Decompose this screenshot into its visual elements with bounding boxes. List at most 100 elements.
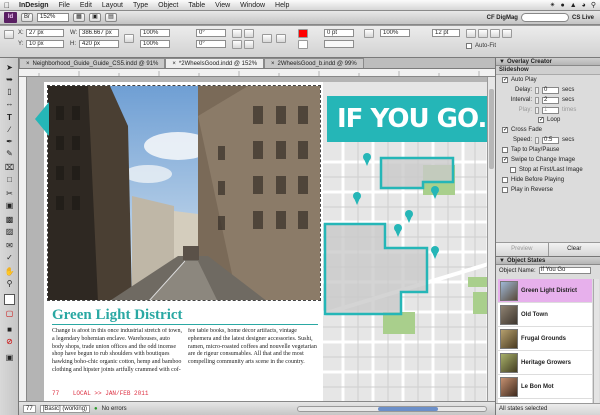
- fit-content-icon[interactable]: [466, 29, 476, 38]
- stroke-weight-field[interactable]: 0 pt: [324, 29, 354, 37]
- arrange-documents-button[interactable]: ▤: [105, 13, 117, 22]
- tab-2wheelsgood[interactable]: × *2WheelsGood.indd @ 152%: [165, 58, 265, 68]
- gap-tool-icon[interactable]: ↔: [4, 98, 15, 109]
- interval-stepper[interactable]: [535, 96, 539, 104]
- article-text-frame[interactable]: Change is afoot in this once industrial …: [52, 328, 318, 383]
- state-item[interactable]: Heritage Growers: [498, 351, 592, 375]
- tap-checkbox[interactable]: [502, 147, 508, 153]
- rotation-field[interactable]: 0°: [196, 29, 226, 37]
- scissors-tool-icon[interactable]: ✂: [4, 188, 15, 199]
- states-scrollbar[interactable]: [593, 279, 599, 403]
- horizontal-scrollbar[interactable]: [297, 405, 487, 412]
- vertical-ruler[interactable]: [19, 77, 27, 401]
- menu-object[interactable]: Object: [153, 2, 183, 9]
- tab-close-icon[interactable]: ×: [172, 59, 176, 68]
- flip-vertical-icon[interactable]: [244, 40, 254, 49]
- object-name-field[interactable]: If You Go: [538, 267, 591, 274]
- rotate-ccw-icon[interactable]: [244, 29, 254, 38]
- apply-color-icon[interactable]: ■: [4, 324, 15, 335]
- preflight-profile[interactable]: [Basic] (working): [39, 404, 91, 413]
- article-column-2[interactable]: fee table books, home décor artifacts, v…: [188, 328, 318, 383]
- pencil-tool-icon[interactable]: ✎: [4, 148, 15, 159]
- fill-swatch[interactable]: [298, 29, 308, 38]
- stop-checkbox[interactable]: [510, 167, 516, 173]
- state-item[interactable]: Old Town: [498, 303, 592, 327]
- clock-icon[interactable]: ◕: [582, 2, 586, 9]
- menu-view[interactable]: View: [210, 2, 235, 9]
- tab-neighborhood-guide[interactable]: × Neighborhood_Guide_Guide_CS5.indd @ 91…: [19, 58, 166, 68]
- panel-collapse-icon[interactable]: ▼: [499, 58, 505, 65]
- cs-live-button[interactable]: CS Live: [572, 15, 600, 21]
- help-search-input[interactable]: [520, 13, 569, 22]
- article-heading[interactable]: Green Light District: [52, 307, 183, 324]
- menu-app[interactable]: InDesign: [14, 2, 54, 9]
- y-field[interactable]: 10 px: [26, 40, 64, 48]
- scale-x-field[interactable]: 100%: [140, 29, 170, 37]
- reverse-checkbox[interactable]: [502, 187, 508, 193]
- interval-field[interactable]: 2: [542, 96, 559, 104]
- speed-stepper[interactable]: [535, 136, 539, 144]
- gradient-feather-tool-icon[interactable]: ▨: [4, 226, 15, 237]
- tab-close-icon[interactable]: ×: [271, 59, 275, 68]
- stroke-color-icon[interactable]: ▢: [4, 308, 15, 319]
- direct-selection-tool-icon[interactable]: ➥: [4, 74, 15, 85]
- rotate-cw-icon[interactable]: [232, 29, 242, 38]
- auto-fit-checkbox[interactable]: [466, 43, 472, 49]
- article-column-1[interactable]: Change is afoot in this once industrial …: [52, 328, 182, 383]
- selection-tool-icon[interactable]: ➤: [4, 62, 15, 73]
- pen-tool-icon[interactable]: ✒: [4, 136, 15, 147]
- menu-layout[interactable]: Layout: [97, 2, 128, 9]
- pasteboard[interactable]: Green Light District Change is afoot in …: [27, 77, 495, 401]
- scale-y-field[interactable]: 100%: [140, 40, 170, 48]
- select-container-icon[interactable]: [262, 34, 272, 43]
- workspace-switcher[interactable]: CF DigMag: [487, 15, 518, 21]
- street-photo-frame[interactable]: [47, 85, 321, 301]
- center-content-icon[interactable]: [490, 29, 500, 38]
- page-number-field[interactable]: 77: [23, 404, 36, 413]
- horizontal-scroll-thumb[interactable]: [378, 406, 438, 411]
- panel-header[interactable]: ▼ Overlay Creator: [496, 58, 600, 66]
- state-item[interactable]: Frugal Grounds: [498, 327, 592, 351]
- state-item[interactable]: Le Bon Mot: [498, 375, 592, 399]
- delay-stepper[interactable]: [535, 86, 539, 94]
- drop-shadow-icon[interactable]: [364, 29, 374, 38]
- free-transform-tool-icon[interactable]: ▣: [4, 200, 15, 211]
- volume-icon[interactable]: ▲: [570, 2, 577, 9]
- loop-checkbox[interactable]: ✓: [538, 117, 544, 123]
- fill-color-icon[interactable]: [4, 294, 15, 305]
- map-page[interactable]: IF YOU GO...: [323, 82, 495, 401]
- play-stepper[interactable]: [535, 106, 539, 114]
- screen-mode-button[interactable]: ▣: [89, 13, 101, 22]
- menu-file[interactable]: File: [54, 2, 75, 9]
- page-tool-icon[interactable]: ▯: [4, 86, 15, 97]
- eyedropper-tool-icon[interactable]: ✓: [4, 252, 15, 263]
- tab-2wheelsgood-b[interactable]: × 2WheelsGood_b.indd @ 99%: [264, 58, 364, 68]
- swipe-checkbox[interactable]: ✓: [502, 157, 508, 163]
- zoom-tool-icon[interactable]: ⚲: [4, 278, 15, 289]
- view-options-button[interactable]: ▦: [73, 13, 85, 22]
- constrain-proportions-icon[interactable]: [124, 34, 134, 43]
- bluetooth-icon[interactable]: ✴: [550, 1, 556, 9]
- select-content-icon[interactable]: [276, 34, 286, 43]
- auto-play-checkbox[interactable]: ✓: [502, 77, 508, 83]
- bridge-button[interactable]: Br: [21, 13, 33, 22]
- line-tool-icon[interactable]: ∕: [4, 124, 15, 135]
- menu-edit[interactable]: Edit: [75, 2, 97, 9]
- note-tool-icon[interactable]: ✉: [4, 240, 15, 251]
- menu-table[interactable]: Table: [183, 2, 210, 9]
- apple-icon[interactable]: : [0, 1, 14, 10]
- slideshow-section[interactable]: Slideshow: [496, 66, 600, 75]
- delay-field[interactable]: 0: [542, 86, 559, 94]
- previous-arrow-icon[interactable]: [35, 102, 49, 136]
- flip-horizontal-icon[interactable]: [232, 40, 242, 49]
- if-you-go-banner[interactable]: IF YOU GO...: [327, 96, 495, 142]
- text-size-field[interactable]: 12 pt: [432, 29, 460, 37]
- zoom-level-field[interactable]: 152%: [37, 13, 69, 22]
- menu-window[interactable]: Window: [235, 2, 270, 9]
- apply-none-icon[interactable]: ⊘: [4, 336, 15, 347]
- height-field[interactable]: 420 px: [79, 40, 119, 48]
- shear-field[interactable]: 0°: [196, 40, 226, 48]
- stroke-swatch[interactable]: [298, 40, 308, 49]
- reference-point-icon[interactable]: [4, 30, 14, 39]
- clear-button[interactable]: Clear: [548, 243, 600, 256]
